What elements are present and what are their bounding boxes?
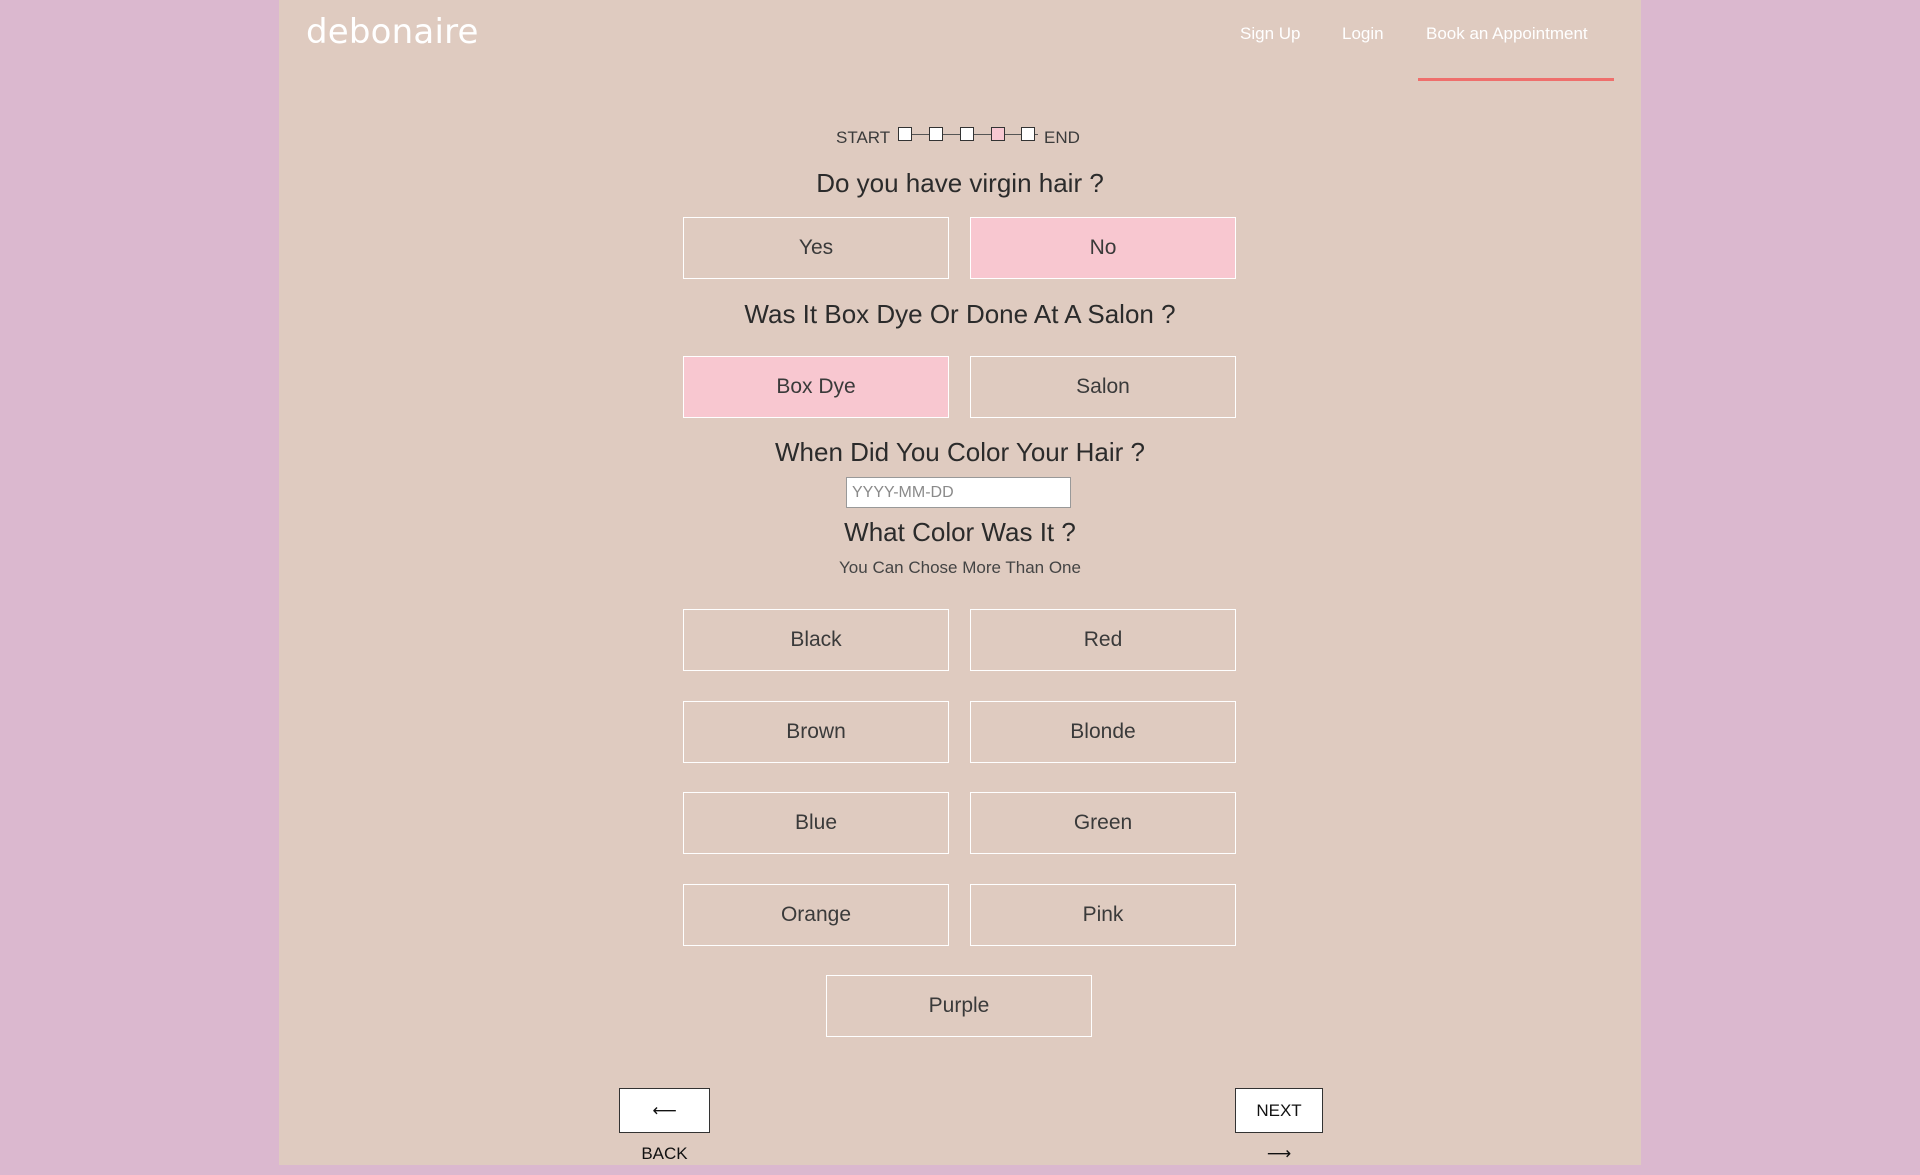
color-date-question: When Did You Color Your Hair ? bbox=[774, 437, 1145, 467]
hair-color-hint: You Can Chose More Than One bbox=[839, 558, 1081, 577]
virgin-hair-option[interactable]: Yes bbox=[683, 217, 949, 279]
color-option[interactable]: Pink bbox=[970, 884, 1236, 946]
hair-color-question: What Color Was It ? bbox=[844, 517, 1076, 547]
progress-step-4 bbox=[991, 127, 1005, 141]
dye-type-question: Was It Box Dye Or Done At A Salon ? bbox=[744, 299, 1176, 329]
nav-book-appointment-link[interactable]: Book an Appointment bbox=[1426, 24, 1588, 44]
progress-step-3 bbox=[960, 127, 974, 141]
page-container: debonaire Sign Up Login Book an Appointm… bbox=[279, 0, 1641, 1165]
color-option[interactable]: Red bbox=[970, 609, 1236, 671]
color-option[interactable]: Purple bbox=[826, 975, 1092, 1037]
top-nav: Sign Up Login Book an Appointment bbox=[279, 24, 1641, 81]
nav-signup-link[interactable]: Sign Up bbox=[1240, 24, 1300, 44]
dye-type-option[interactable]: Box Dye bbox=[683, 356, 949, 418]
color-option[interactable]: Black bbox=[683, 609, 949, 671]
color-option[interactable]: Green bbox=[970, 792, 1236, 854]
virgin-hair-question: Do you have virgin hair ? bbox=[816, 168, 1104, 198]
back-button[interactable]: ⟵ BACK bbox=[619, 1088, 710, 1163]
color-option[interactable]: Blue bbox=[683, 792, 949, 854]
progress-step-2 bbox=[929, 127, 943, 141]
progress-start-label: START bbox=[836, 128, 891, 147]
active-nav-underline bbox=[1418, 78, 1614, 81]
nav-login-link[interactable]: Login bbox=[1342, 24, 1384, 44]
progress-end-label: END bbox=[1044, 128, 1080, 147]
color-option[interactable]: Orange bbox=[683, 884, 949, 946]
color-option[interactable]: Brown bbox=[683, 701, 949, 763]
dye-type-option[interactable]: Salon bbox=[970, 356, 1236, 418]
color-option[interactable]: Blonde bbox=[970, 701, 1236, 763]
virgin-hair-option[interactable]: No bbox=[970, 217, 1236, 279]
progress-step-5 bbox=[1021, 127, 1035, 141]
color-date-input[interactable] bbox=[846, 477, 1071, 508]
progress-step-1 bbox=[898, 127, 912, 141]
next-button[interactable]: NEXT ⟶ bbox=[1235, 1088, 1323, 1163]
progress-indicator: START END bbox=[279, 124, 1641, 152]
